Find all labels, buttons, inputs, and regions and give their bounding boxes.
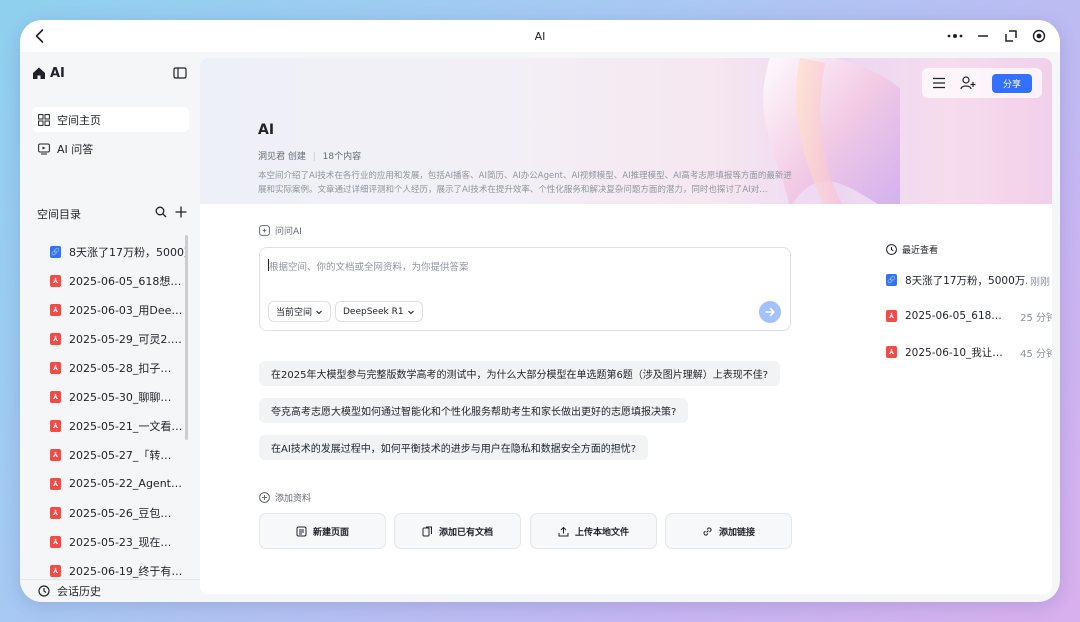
upload-file-button[interactable]: 上传本地文件 (530, 513, 657, 549)
session-history-button[interactable]: 会话历史 (20, 579, 200, 602)
ask-ai-label: 问问AI (259, 224, 302, 237)
arrow-right-icon (765, 307, 776, 317)
nav-space-home[interactable]: 空间主页 (32, 107, 189, 132)
pdf-icon: ⅄ (886, 310, 897, 322)
recent-item[interactable]: ⅄ 2025-06-10_我让… 45 分钟前 (886, 343, 1052, 361)
scope-selector[interactable]: 当前空间 (268, 301, 332, 322)
plus-circle-icon (259, 492, 270, 503)
restore-icon[interactable] (998, 25, 1024, 47)
sidebar-toggle-icon[interactable] (172, 65, 188, 81)
main-panel: AI 洞见君 创建 | 18个内容 本空间介绍了AI技术在各行业的应用和发展，包… (200, 58, 1052, 594)
list-item[interactable]: ⅄ 2025-06-05_618想… (50, 266, 185, 295)
search-icon[interactable] (155, 206, 167, 218)
list-item[interactable]: ⅄ 2025-05-23_现在… (50, 527, 185, 556)
space-title: AI (258, 122, 275, 138)
app-window: AI AI 空间主页 AI 问答 空间目录 🔗 8天涨了17万粉，5000 ⅄ … (20, 20, 1060, 602)
add-existing-doc-button[interactable]: 添加已有文档 (394, 513, 521, 549)
chat-icon (38, 143, 50, 154)
list-item[interactable]: ⅄ 2025-05-26_豆包… (50, 498, 185, 527)
ai-sparkle-icon (259, 225, 270, 236)
directory-header: 空间目录 (37, 204, 187, 224)
link-icon: 🔗 (886, 274, 897, 286)
recent-title: 最近查看 (886, 243, 938, 256)
link-icon: 🔗 (50, 245, 61, 258)
nav-ai-qa[interactable]: AI 问答 (32, 136, 189, 161)
clock-icon (886, 244, 897, 255)
sidebar: AI 空间主页 AI 问答 空间目录 🔗8天涨了17万粉，5000万… ⅄202… (20, 52, 200, 602)
add-link-button[interactable]: 添加链接 (665, 513, 792, 549)
content-count: 18个内容 (322, 152, 362, 162)
list-item[interactable]: ⅄ 2025-06-03_用Dee… (50, 295, 185, 324)
pdf-icon: ⅄ (50, 506, 61, 519)
pdf-icon: ⅄ (50, 535, 61, 548)
pdf-icon: ⅄ (50, 564, 61, 577)
suggestion-chip[interactable]: 在AI技术的发展过程中，如何平衡技术的进步与用户在隐私和数据安全方面的担忧? (259, 435, 649, 460)
share-button[interactable]: 分享 (992, 73, 1032, 93)
more-icon[interactable] (942, 25, 968, 47)
pdf-icon: ⅄ (50, 361, 61, 374)
pdf-icon: ⅄ (50, 274, 61, 287)
list-item[interactable]: ⅄ 2025-05-21_一文看… (50, 411, 185, 440)
chevron-down-icon (316, 310, 322, 314)
recent-item[interactable]: 🔗 8天涨了17万粉，5000万… 刚刚 (886, 271, 1052, 289)
space-meta: 洞见君 创建 | 18个内容 (258, 152, 362, 162)
list-item[interactable]: ⅄ 2025-05-30_聊聊… (50, 382, 185, 411)
pdf-icon: ⅄ (50, 419, 61, 432)
list-item[interactable]: 🔗8天涨了17万粉，5000万… (50, 237, 185, 266)
link-icon (703, 526, 712, 536)
title-bar: AI (20, 20, 1060, 52)
send-button[interactable] (759, 301, 781, 323)
space-header: AI (32, 62, 188, 84)
add-icon[interactable] (175, 206, 187, 218)
nav-label: AI 问答 (57, 142, 94, 156)
ask-placeholder: 根据空间、你的文档或全网资料，为你提供答案 (269, 262, 469, 273)
add-material-label: 添加资料 (259, 491, 311, 504)
sidebar-nav: 空间主页 AI 问答 (32, 107, 189, 165)
close-target-icon[interactable] (1026, 25, 1052, 47)
list-item[interactable]: ⅄ 2025-05-22_Agent… (50, 469, 185, 498)
suggestion-chip[interactable]: 夸克高考志愿大模型如何通过智能化和个性化服务帮助考生和家长做出更好的志愿填报决策… (259, 398, 689, 423)
model-selector[interactable]: DeepSeek R1 (335, 301, 423, 322)
back-icon[interactable] (30, 26, 50, 46)
creator-label: 洞见君 创建 (258, 152, 306, 162)
pdf-icon: ⅄ (50, 303, 61, 316)
list-item[interactable]: ⅄ 2025-05-29_可灵2.… (50, 324, 185, 353)
pdf-icon: ⅄ (50, 390, 61, 403)
sidebar-scrollbar[interactable] (185, 235, 188, 440)
directory-title: 空间目录 (37, 208, 81, 221)
space-name: AI (50, 65, 65, 81)
space-description: 本空间介绍了AI技术在各行业的应用和发展，包括AI播客、AI简历、AI办公Age… (258, 171, 792, 195)
recent-item[interactable]: ⅄ 2025-06-05_618… 25 分钟前 (886, 307, 1052, 325)
session-history-label: 会话历史 (57, 585, 101, 598)
pdf-icon: ⅄ (50, 448, 61, 461)
home-icon (33, 67, 45, 79)
nav-label: 空间主页 (57, 113, 101, 127)
list-item[interactable]: ⅄ 2025-05-28_扣子… (50, 353, 185, 382)
document-icon (422, 526, 432, 536)
history-icon (38, 585, 50, 597)
grid-icon (38, 113, 50, 126)
space-banner: AI 洞见君 创建 | 18个内容 本空间介绍了AI技术在各行业的应用和发展，包… (200, 58, 1052, 204)
new-page-icon (296, 526, 307, 536)
pdf-icon: ⅄ (50, 477, 61, 490)
ask-input[interactable]: 根据空间、你的文档或全网资料，为你提供答案 当前空间 DeepSeek R1 (259, 247, 791, 331)
menu-icon[interactable] (932, 77, 946, 89)
suggestion-chip[interactable]: 在2025年大模型参与完整版数学高考的测试中，为什么大部分模型在单选题第6题（涉… (259, 361, 781, 386)
directory-list: 🔗8天涨了17万粉，5000万… ⅄2025-06-05_618想… ⅄2025… (50, 237, 185, 585)
upload-icon (558, 526, 569, 536)
pdf-icon: ⅄ (886, 346, 897, 358)
add-member-icon[interactable] (960, 76, 976, 90)
banner-toolbar: 分享 (922, 68, 1042, 98)
window-title: AI (534, 29, 546, 43)
new-page-button[interactable]: 新建页面 (259, 513, 386, 549)
list-item[interactable]: ⅄ 2025-05-27_「转… (50, 440, 185, 469)
chevron-down-icon (407, 310, 414, 314)
minimize-icon[interactable] (970, 25, 996, 47)
pdf-icon: ⅄ (50, 332, 61, 345)
